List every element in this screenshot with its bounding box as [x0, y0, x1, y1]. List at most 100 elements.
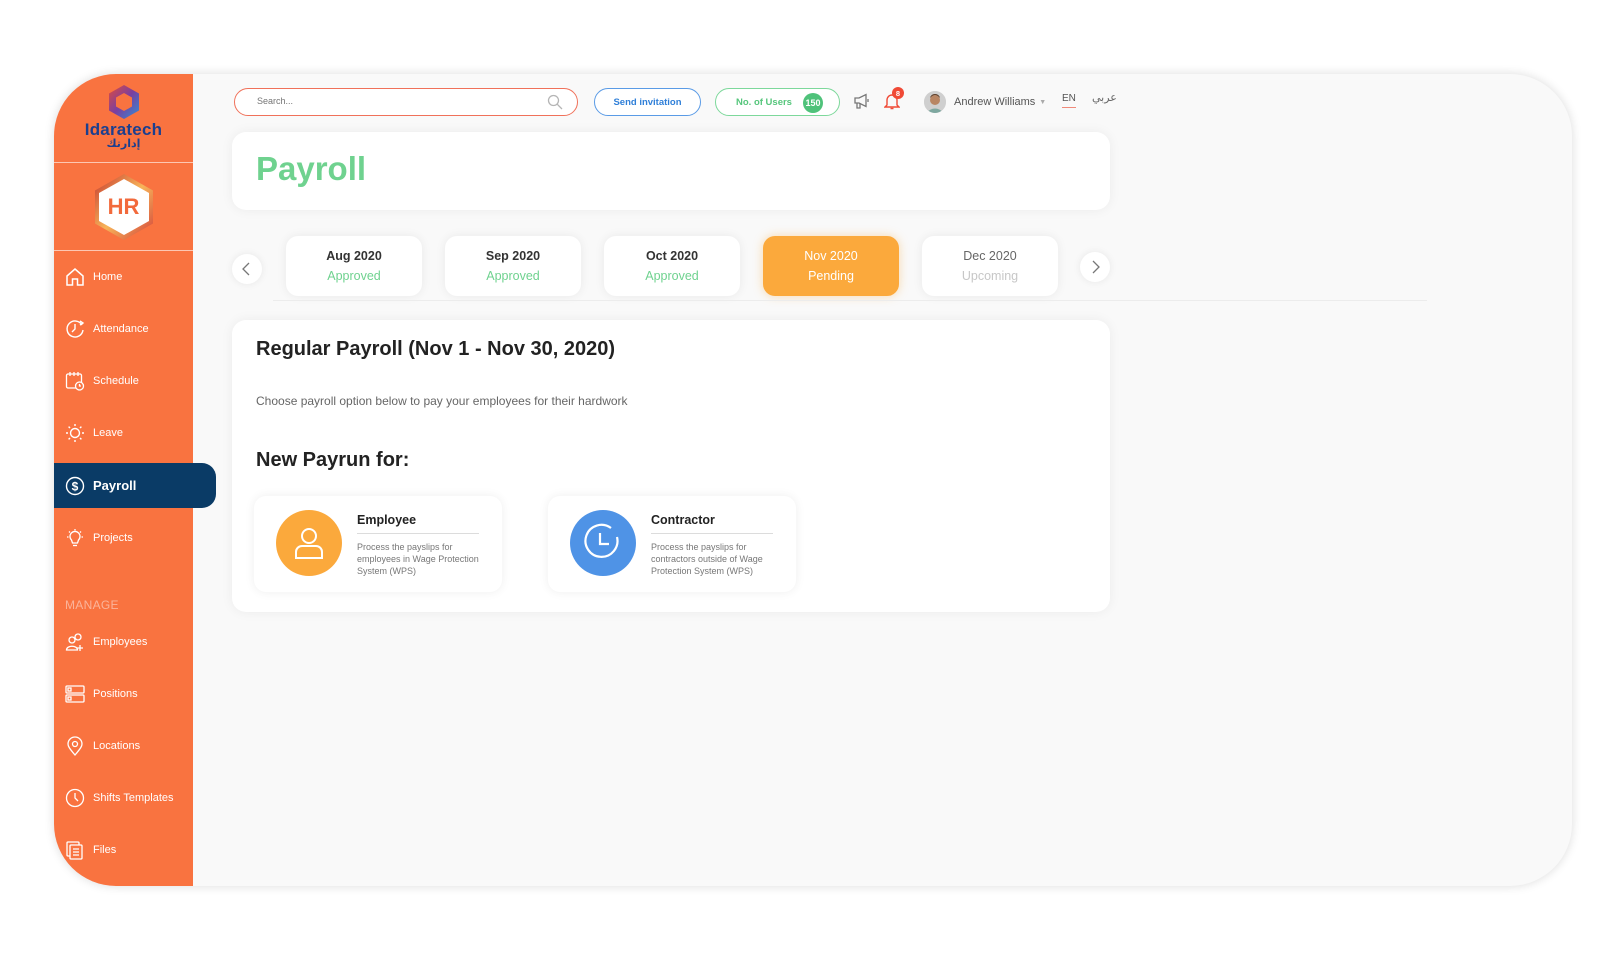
files-icon: [64, 839, 86, 861]
month-label: Sep 2020: [485, 249, 541, 263]
search-input[interactable]: [257, 96, 537, 106]
sidebar-item-positions[interactable]: Positions: [54, 668, 214, 720]
sidebar-item-shifts-templates[interactable]: Shifts Templates: [54, 772, 214, 824]
payroll-subtitle: Choose payroll option below to pay your …: [256, 394, 628, 408]
sidebar-item-leave[interactable]: Leave: [54, 407, 214, 459]
sidebar-item-home[interactable]: Home: [54, 251, 214, 303]
hr-module-badge: HR: [92, 172, 156, 242]
clock-icon: [584, 523, 619, 558]
brand-logo[interactable]: Idaratech إدارتك: [54, 74, 193, 163]
send-invitation-button[interactable]: Send invitation: [594, 88, 701, 116]
option-description: Process the payslips for employees in Wa…: [357, 542, 479, 576]
megaphone-icon[interactable]: [853, 92, 871, 115]
sidebar-item-payroll[interactable]: $ Payroll: [54, 463, 216, 508]
month-status: Approved: [486, 269, 540, 283]
payroll-period-heading: Regular Payroll (Nov 1 - Nov 30, 2020): [256, 338, 616, 360]
sidebar-item-label: Positions: [93, 688, 138, 700]
sidebar-item-label: Projects: [93, 532, 133, 544]
section-divider: [273, 300, 1427, 301]
number-of-users-button[interactable]: No. of Users 150: [715, 88, 840, 116]
month-card-nov-2020[interactable]: Nov 2020 Pending: [763, 236, 899, 296]
month-card-oct-2020[interactable]: Oct 2020 Approved: [604, 236, 740, 296]
sidebar-item-label: Payroll: [93, 478, 137, 493]
option-divider: [651, 533, 773, 534]
module-badge-block: HR: [54, 163, 193, 251]
app-window: Idaratech إدارتك HR Home Attendance Sche…: [54, 74, 1572, 886]
module-label: HR: [107, 193, 140, 219]
sidebar-item-attendance[interactable]: Attendance: [54, 303, 214, 355]
month-card-dec-2020[interactable]: Dec 2020 Upcoming: [922, 236, 1058, 296]
month-card-aug-2020[interactable]: Aug 2020 Approved: [286, 236, 422, 296]
sidebar-item-locations[interactable]: Locations: [54, 720, 214, 772]
new-payrun-heading: New Payrun for:: [256, 449, 410, 471]
sidebar-item-label: Attendance: [93, 323, 149, 335]
language-ar[interactable]: عربي: [1092, 91, 1117, 104]
notification-count-badge: 8: [892, 87, 904, 99]
page-title: Payroll: [256, 150, 367, 187]
employee-option-badge: [276, 510, 342, 576]
brand-name: Idaratech: [84, 120, 163, 139]
notifications-button[interactable]: 8: [883, 87, 904, 115]
user-name: Andrew Williams: [954, 96, 1036, 108]
chevron-right-icon: [1092, 260, 1100, 274]
page-header-card: Payroll: [232, 132, 1110, 210]
avatar: [924, 91, 946, 113]
user-icon: [295, 528, 323, 559]
location-pin-icon: [64, 735, 86, 757]
users-add-icon: [64, 631, 86, 653]
search-icon[interactable]: [547, 94, 563, 115]
calendar-icon: [64, 370, 86, 392]
month-status: Approved: [645, 269, 699, 283]
users-count-badge: 150: [803, 93, 823, 113]
sidebar-item-label: Schedule: [93, 375, 139, 387]
users-label: No. of Users: [736, 96, 792, 108]
sidebar: Idaratech إدارتك HR Home Attendance Sche…: [54, 74, 216, 886]
option-divider: [357, 533, 479, 534]
sidebar-item-label: Files: [93, 844, 117, 856]
option-title: Contractor: [651, 513, 715, 527]
sidebar-item-label: Employees: [93, 636, 148, 648]
contractor-option-badge: [570, 510, 636, 576]
chevron-left-icon: [242, 262, 250, 276]
previous-month-button[interactable]: [232, 254, 262, 284]
top-bar: Send invitation No. of Users 150 8 Andre…: [234, 87, 1134, 118]
home-icon: [64, 266, 86, 288]
language-en[interactable]: EN: [1062, 93, 1076, 108]
option-title: Employee: [357, 513, 417, 527]
month-carousel: Aug 2020 Approved Sep 2020 Approved Oct …: [286, 236, 1081, 296]
next-month-button[interactable]: [1080, 252, 1110, 282]
idaratech-logo-icon: [108, 85, 139, 119]
chevron-down-icon: ▼: [1039, 98, 1047, 106]
sidebar-section-manage: MANAGE: [65, 598, 119, 612]
month-status: Pending: [808, 269, 854, 283]
sidebar-item-files[interactable]: Files: [54, 824, 214, 876]
payroll-card: Regular Payroll (Nov 1 - Nov 30, 2020) C…: [232, 320, 1110, 612]
payrun-option-employee[interactable]: Employee Process the payslips for employ…: [254, 496, 502, 592]
sidebar-item-label: Leave: [93, 427, 123, 439]
sidebar-item-employees[interactable]: Employees: [54, 616, 214, 668]
month-label: Dec 2020: [963, 249, 1017, 263]
sidebar-item-label: Home: [93, 271, 123, 283]
sidebar-item-label: Locations: [93, 740, 141, 752]
payrun-option-contractor[interactable]: Contractor Process the payslips for cont…: [548, 496, 796, 592]
svg-text:$: $: [72, 479, 79, 493]
month-label: Oct 2020: [645, 249, 699, 263]
brand-name-arabic: إدارتك: [106, 138, 141, 150]
month-label: Aug 2020: [326, 249, 382, 263]
sidebar-nav: Home Attendance Schedule Leave $ Payroll…: [54, 251, 216, 876]
month-status: Approved: [327, 269, 381, 283]
lightbulb-icon: [64, 527, 86, 549]
server-icon: [64, 683, 86, 705]
attendance-icon: [64, 318, 86, 340]
sidebar-item-label: Shifts Templates: [93, 792, 174, 804]
month-card-sep-2020[interactable]: Sep 2020 Approved: [445, 236, 581, 296]
search-box[interactable]: [234, 88, 578, 116]
sidebar-item-projects[interactable]: Projects: [54, 512, 214, 564]
sidebar-item-schedule[interactable]: Schedule: [54, 355, 214, 407]
user-menu[interactable]: Andrew Williams ▼: [924, 88, 1046, 116]
sun-icon: [64, 422, 86, 444]
clock-icon: [64, 787, 86, 809]
dollar-icon: $: [64, 475, 86, 497]
month-label: Nov 2020: [804, 249, 858, 263]
month-status: Upcoming: [961, 269, 1019, 283]
